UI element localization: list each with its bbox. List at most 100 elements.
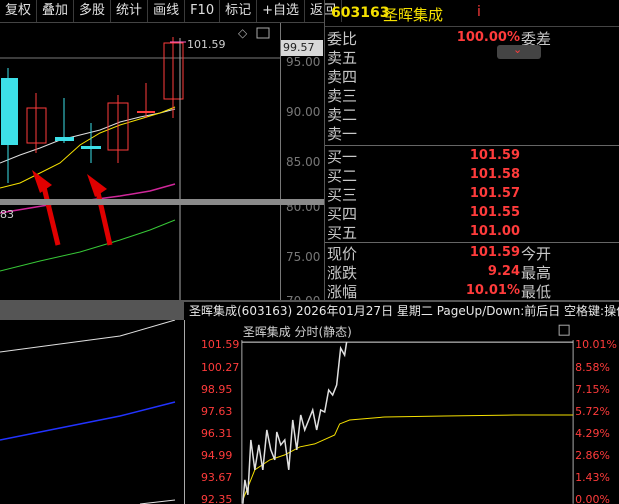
intraday-settings-icon[interactable] <box>558 324 570 336</box>
separator-band <box>0 199 324 205</box>
buy-order-row: 买五 101.00 <box>325 222 619 242</box>
intraday-price-tick: 93.67 <box>201 471 232 484</box>
buy-order-price: 101.57 <box>469 186 520 201</box>
candle <box>1 68 18 183</box>
sell-order-row: 卖三 <box>325 85 619 105</box>
stat-label: 涨幅 <box>327 283 358 301</box>
buy-order-row: 买四 101.55 <box>325 203 619 223</box>
stat-label-secondary: 最低 <box>521 283 552 301</box>
chart-toolbar: 复权 叠加 多股 统计 画线 F10 标记 +自选 返回 <box>0 0 343 23</box>
stat-value: 101.59 <box>469 245 520 260</box>
quote-panel: 603163 圣晖集成 i 委比 100.00% 委差 ⌄ 卖五 卖四 卖三 卖二 卖一… <box>324 0 619 301</box>
weibi-row: 委比 100.00% 委差 <box>325 28 619 48</box>
current-price-box: 99.57 <box>281 40 323 56</box>
intraday-price-tick: 96.31 <box>201 427 232 440</box>
buy-order-price: 101.00 <box>469 224 520 239</box>
intraday-pct-tick: 4.29% <box>575 427 610 440</box>
indicator-blue-line <box>0 401 176 441</box>
stat-row: 涨跌 9.24 最高 <box>325 262 619 282</box>
stat-label-secondary: 今开 <box>521 245 552 263</box>
quote-stats: 现价 101.59 今开涨跌 9.24 最高涨幅 10.01% 最低 <box>325 243 619 301</box>
intraday-price-tick: 100.27 <box>201 361 239 374</box>
stat-label: 现价 <box>327 245 358 263</box>
intraday-price-tick: 94.99 <box>201 449 232 462</box>
intraday-subtitle: 圣晖集成 分时(静态) <box>243 324 352 339</box>
buy-orders: 买一 101.59 买二 101.58 买三 101.57 买四 101.55 买五 101.00 <box>325 146 619 243</box>
toolbar-button[interactable]: 叠加 <box>37 0 75 22</box>
intraday-left-ticks: 101.59 100.27 98.95 97.63 96.31 94.99 93.67 92.… <box>201 338 239 504</box>
candle <box>26 93 47 153</box>
stat-label: 涨跌 <box>327 264 358 282</box>
buy-order-row: 买一 101.59 <box>325 146 619 166</box>
stock-name: 圣晖集成 <box>383 6 444 24</box>
diamond-icon[interactable]: ◇ <box>238 26 248 40</box>
intraday-pct-tick: 2.86% <box>575 449 610 462</box>
kline-chart[interactable]: 101.59 ◇ 83 <box>0 23 280 300</box>
toolbar-button[interactable]: 复权 <box>0 0 38 22</box>
stat-row: 涨幅 10.01% 最低 <box>325 281 619 301</box>
intraday-price-tick: 101.59 <box>201 338 239 351</box>
sell-order-label: 卖一 <box>327 125 358 143</box>
buy-order-row: 买二 101.58 <box>325 165 619 185</box>
toolbar-button[interactable]: 画线 <box>148 0 186 22</box>
candle <box>137 83 155 118</box>
buy-order-label: 买四 <box>327 205 358 223</box>
stock-code: 603163 <box>331 5 390 21</box>
intraday-price-line <box>242 342 348 504</box>
buy-order-row: 买三 101.57 <box>325 184 619 204</box>
intraday-pct-tick: 7.15% <box>575 383 610 396</box>
ma-white-line <box>0 108 176 164</box>
intraday-price-tick: 97.63 <box>201 405 232 418</box>
sell-order-label: 卖五 <box>327 49 358 67</box>
info-icon[interactable]: i <box>477 4 481 20</box>
indicator-chart[interactable] <box>0 320 184 504</box>
red-arrow-annotation <box>87 174 113 246</box>
weibi-label: 委比 <box>327 30 358 48</box>
buy-order-label: 买二 <box>327 167 358 185</box>
chart-settings-icon[interactable] <box>256 27 270 39</box>
toolbar-button[interactable]: 统计 <box>111 0 149 22</box>
intraday-chart[interactable]: 圣晖集成 分时(静态) 101.59 100.27 98.95 97.63 96.31 9… <box>184 320 619 504</box>
intraday-pct-tick: 0.00% <box>575 493 610 504</box>
intraday-pct-tick: 5.72% <box>575 405 610 418</box>
price-axis: 95.0090.0085.0080.0075.0070.00 <box>280 23 325 308</box>
buy-order-label: 买三 <box>327 186 358 204</box>
indicator-small-line <box>139 499 176 504</box>
sell-order-label: 卖三 <box>327 87 358 105</box>
price-tick: 75.00 <box>286 250 321 264</box>
sell-orders: 卖五 卖四 卖三 卖二 卖一 <box>325 47 619 146</box>
price-tick: 95.00 <box>286 55 321 69</box>
intraday-right-ticks: 10.01% 8.58% 7.15% 5.72% 4.29% 2.86% 1.43% 0.00… <box>575 338 617 504</box>
toolbar-button[interactable]: F10 <box>185 0 221 22</box>
intraday-title: 圣晖集成(603163) 2026年01月27日 星期二 PageUp/Down… <box>184 302 619 320</box>
sell-order-label: 卖四 <box>327 68 358 86</box>
stat-label-secondary: 最高 <box>521 264 552 282</box>
buy-order-price: 101.55 <box>469 205 520 220</box>
price-tick: 85.00 <box>286 155 321 169</box>
intraday-pct-tick: 1.43% <box>575 471 610 484</box>
toolbar-button[interactable]: 多股 <box>74 0 112 22</box>
buy-order-label: 买一 <box>327 148 358 166</box>
buy-order-price: 101.58 <box>469 167 520 182</box>
sell-order-row: 卖四 <box>325 66 619 86</box>
candle <box>55 98 74 143</box>
high-price-label: 101.59 <box>187 38 226 51</box>
buy-order-price: 101.59 <box>469 148 520 163</box>
toolbar-button[interactable]: +自选 <box>257 0 306 22</box>
weibi-value: 100.00% <box>456 30 520 45</box>
intraday-pct-tick: 10.01% <box>575 338 617 351</box>
sell-order-label: 卖二 <box>327 106 358 124</box>
intraday-pct-tick: 8.58% <box>575 361 610 374</box>
stat-value: 9.24 <box>487 264 520 279</box>
toolbar-button[interactable]: 标记 <box>220 0 258 22</box>
stat-row: 现价 101.59 今开 <box>325 243 619 263</box>
intraday-price-tick: 92.35 <box>201 493 232 504</box>
price-tick: 90.00 <box>286 105 321 119</box>
sell-order-row: 卖一 <box>325 123 619 143</box>
sell-order-row: 卖二 <box>325 104 619 124</box>
stat-value: 10.01% <box>465 283 520 298</box>
left-partial-label: 83 <box>0 208 14 221</box>
ma-green-line <box>0 219 176 272</box>
intraday-price-tick: 98.95 <box>201 383 232 396</box>
buy-order-label: 买五 <box>327 224 358 242</box>
